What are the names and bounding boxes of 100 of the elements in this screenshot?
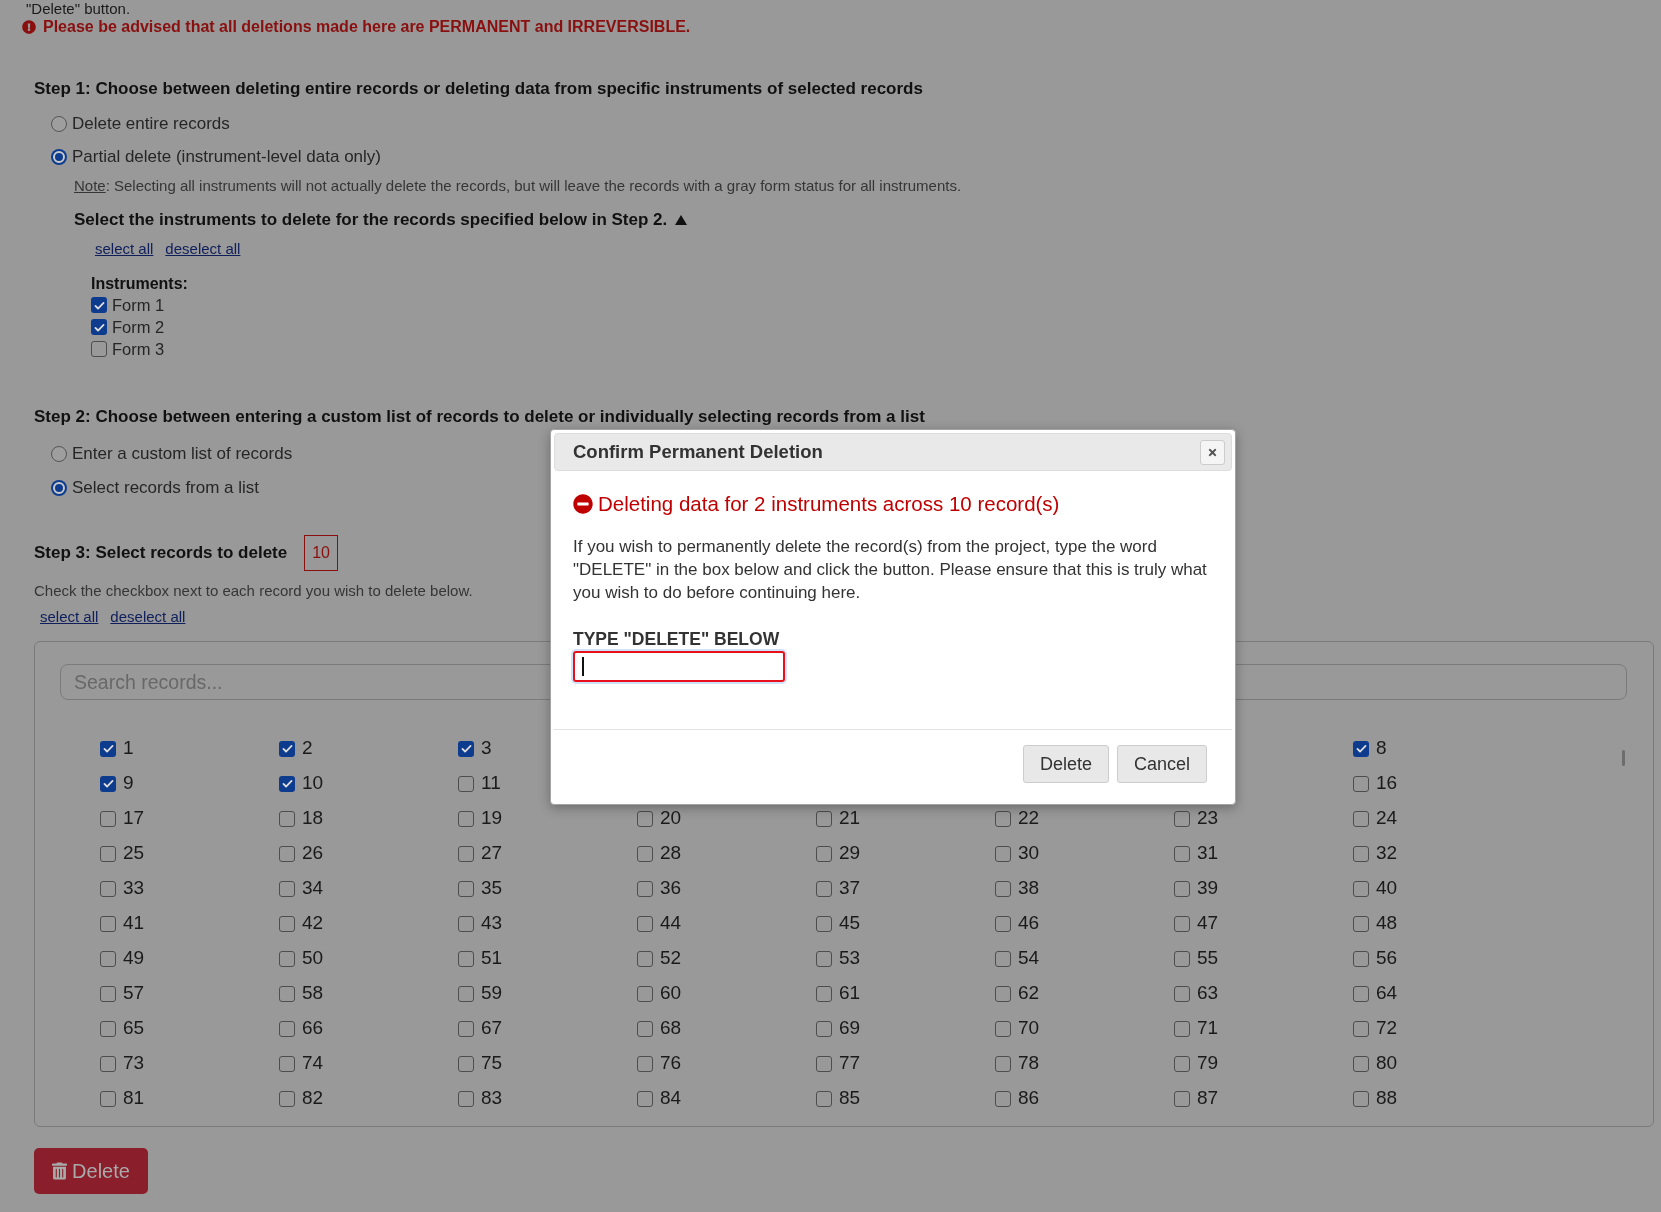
checkbox[interactable] [458,1020,474,1037]
checkbox[interactable] [1174,1055,1190,1072]
close-button[interactable] [1200,439,1225,465]
checkbox[interactable] [637,950,653,967]
radio-button[interactable] [51,116,67,132]
checkbox[interactable] [1353,740,1369,757]
checkbox[interactable] [637,1055,653,1072]
checkbox[interactable] [995,1055,1011,1072]
checkbox[interactable] [100,1055,116,1072]
delete-button[interactable]: Delete [34,1148,148,1194]
checkbox[interactable] [1353,950,1369,967]
checkbox[interactable] [100,985,116,1002]
checkbox[interactable] [1174,845,1190,862]
radio-button[interactable] [51,149,67,165]
dialog-button[interactable]: Delete [1022,745,1109,783]
checkbox[interactable] [458,810,474,827]
checkbox[interactable] [279,775,295,792]
checkbox[interactable] [816,950,832,967]
checkbox[interactable] [816,1055,832,1072]
checkbox[interactable] [995,810,1011,827]
checkbox[interactable] [637,880,653,897]
checkbox[interactable] [100,810,116,827]
checkbox[interactable] [816,1020,832,1037]
text-link[interactable]: select all [40,605,99,629]
checkbox[interactable] [100,775,116,792]
checkbox[interactable] [995,1090,1011,1107]
checkbox[interactable] [1353,985,1369,1002]
checkbox[interactable] [1174,950,1190,967]
checkbox[interactable] [995,985,1011,1002]
checkbox[interactable] [816,810,832,827]
checkbox[interactable] [1353,915,1369,932]
checkbox[interactable] [279,810,295,827]
checkbox[interactable] [100,1020,116,1037]
checkbox[interactable] [100,1090,116,1107]
checkbox[interactable] [1353,845,1369,862]
checkbox[interactable] [1353,1055,1369,1072]
scrollbar-thumb[interactable] [1622,750,1625,766]
checkbox[interactable] [458,915,474,932]
checkbox[interactable] [279,845,295,862]
checkbox[interactable] [995,880,1011,897]
checkbox[interactable] [995,950,1011,967]
radio-button[interactable] [51,480,67,496]
checkbox[interactable] [100,915,116,932]
up-triangle-icon[interactable] [675,215,688,225]
checkbox[interactable] [91,341,107,357]
checkbox[interactable] [279,1090,295,1107]
checkbox[interactable] [637,915,653,932]
checkbox[interactable] [279,1020,295,1037]
checkbox[interactable] [1174,915,1190,932]
checkbox[interactable] [1174,985,1190,1002]
checkbox[interactable] [91,319,107,335]
checkbox[interactable] [1353,810,1369,827]
checkbox[interactable] [1174,1090,1190,1107]
checkbox[interactable] [458,880,474,897]
dialog-button[interactable]: Cancel [1116,745,1207,783]
checkbox[interactable] [1353,775,1369,792]
checkbox[interactable] [995,915,1011,932]
checkbox[interactable] [100,880,116,897]
checkbox[interactable] [816,880,832,897]
checkbox[interactable] [1353,1090,1369,1107]
checkbox[interactable] [279,740,295,757]
checkbox[interactable] [458,740,474,757]
warning-text: Please be advised that all deletions made here are PERMANENT and IRREVERSIBLE. [43,17,691,37]
checkbox[interactable] [637,985,653,1002]
checkbox[interactable] [279,985,295,1002]
checkbox[interactable] [279,950,295,967]
checkbox[interactable] [279,1055,295,1072]
checkbox[interactable] [100,950,116,967]
checkbox[interactable] [637,810,653,827]
checkbox[interactable] [816,845,832,862]
checkbox[interactable] [816,915,832,932]
checkbox[interactable] [1174,810,1190,827]
checkbox[interactable] [100,740,116,757]
checkbox[interactable] [816,1090,832,1107]
checkbox[interactable] [458,775,474,792]
checkbox[interactable] [1353,880,1369,897]
checkbox[interactable] [279,880,295,897]
text-link[interactable]: deselect all [165,237,241,261]
checkbox[interactable] [458,1055,474,1072]
checkbox[interactable] [100,845,116,862]
record-number: 41 [123,911,145,936]
checkbox[interactable] [637,845,653,862]
text-link[interactable]: select all [95,237,154,261]
checkbox[interactable] [91,297,107,313]
radio-button[interactable] [51,446,67,462]
checkbox[interactable] [1174,880,1190,897]
checkbox[interactable] [1174,1020,1190,1037]
checkbox[interactable] [637,1020,653,1037]
checkbox[interactable] [995,845,1011,862]
checkbox[interactable] [458,845,474,862]
checkbox[interactable] [816,985,832,1002]
checkbox[interactable] [1353,1020,1369,1037]
text-link[interactable]: deselect all [110,605,186,629]
checkbox[interactable] [637,1090,653,1107]
checkbox[interactable] [458,1090,474,1107]
checkbox[interactable] [279,915,295,932]
checkbox[interactable] [458,985,474,1002]
input-field[interactable] [573,651,785,682]
checkbox[interactable] [995,1020,1011,1037]
checkbox[interactable] [458,950,474,967]
